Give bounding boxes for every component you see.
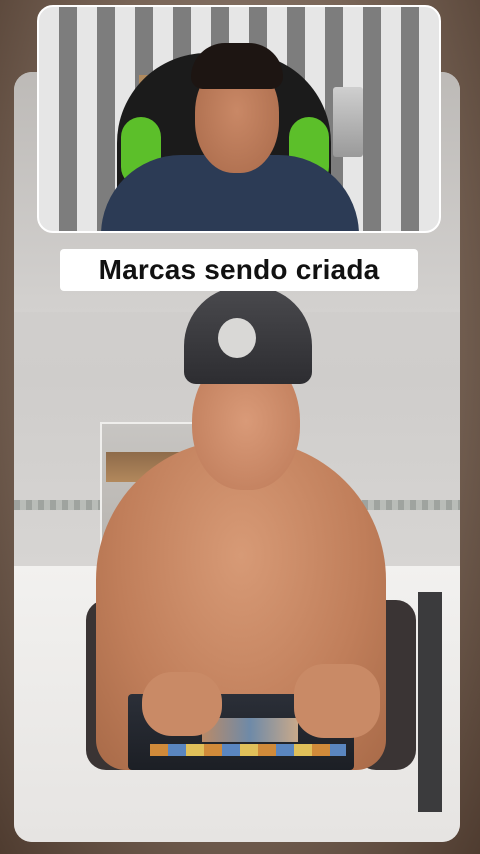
reactor-hair xyxy=(191,43,283,89)
doorway xyxy=(418,592,442,812)
album-sticker-strip xyxy=(150,744,346,756)
caption-label: Marcas sendo criada xyxy=(60,249,418,291)
play-button-plaque xyxy=(333,87,363,157)
left-hand xyxy=(142,672,222,736)
caption-text: Marcas sendo criada xyxy=(98,254,380,285)
reaction-video[interactable] xyxy=(37,5,441,233)
cap-logo xyxy=(218,318,256,358)
right-hand xyxy=(294,664,380,738)
